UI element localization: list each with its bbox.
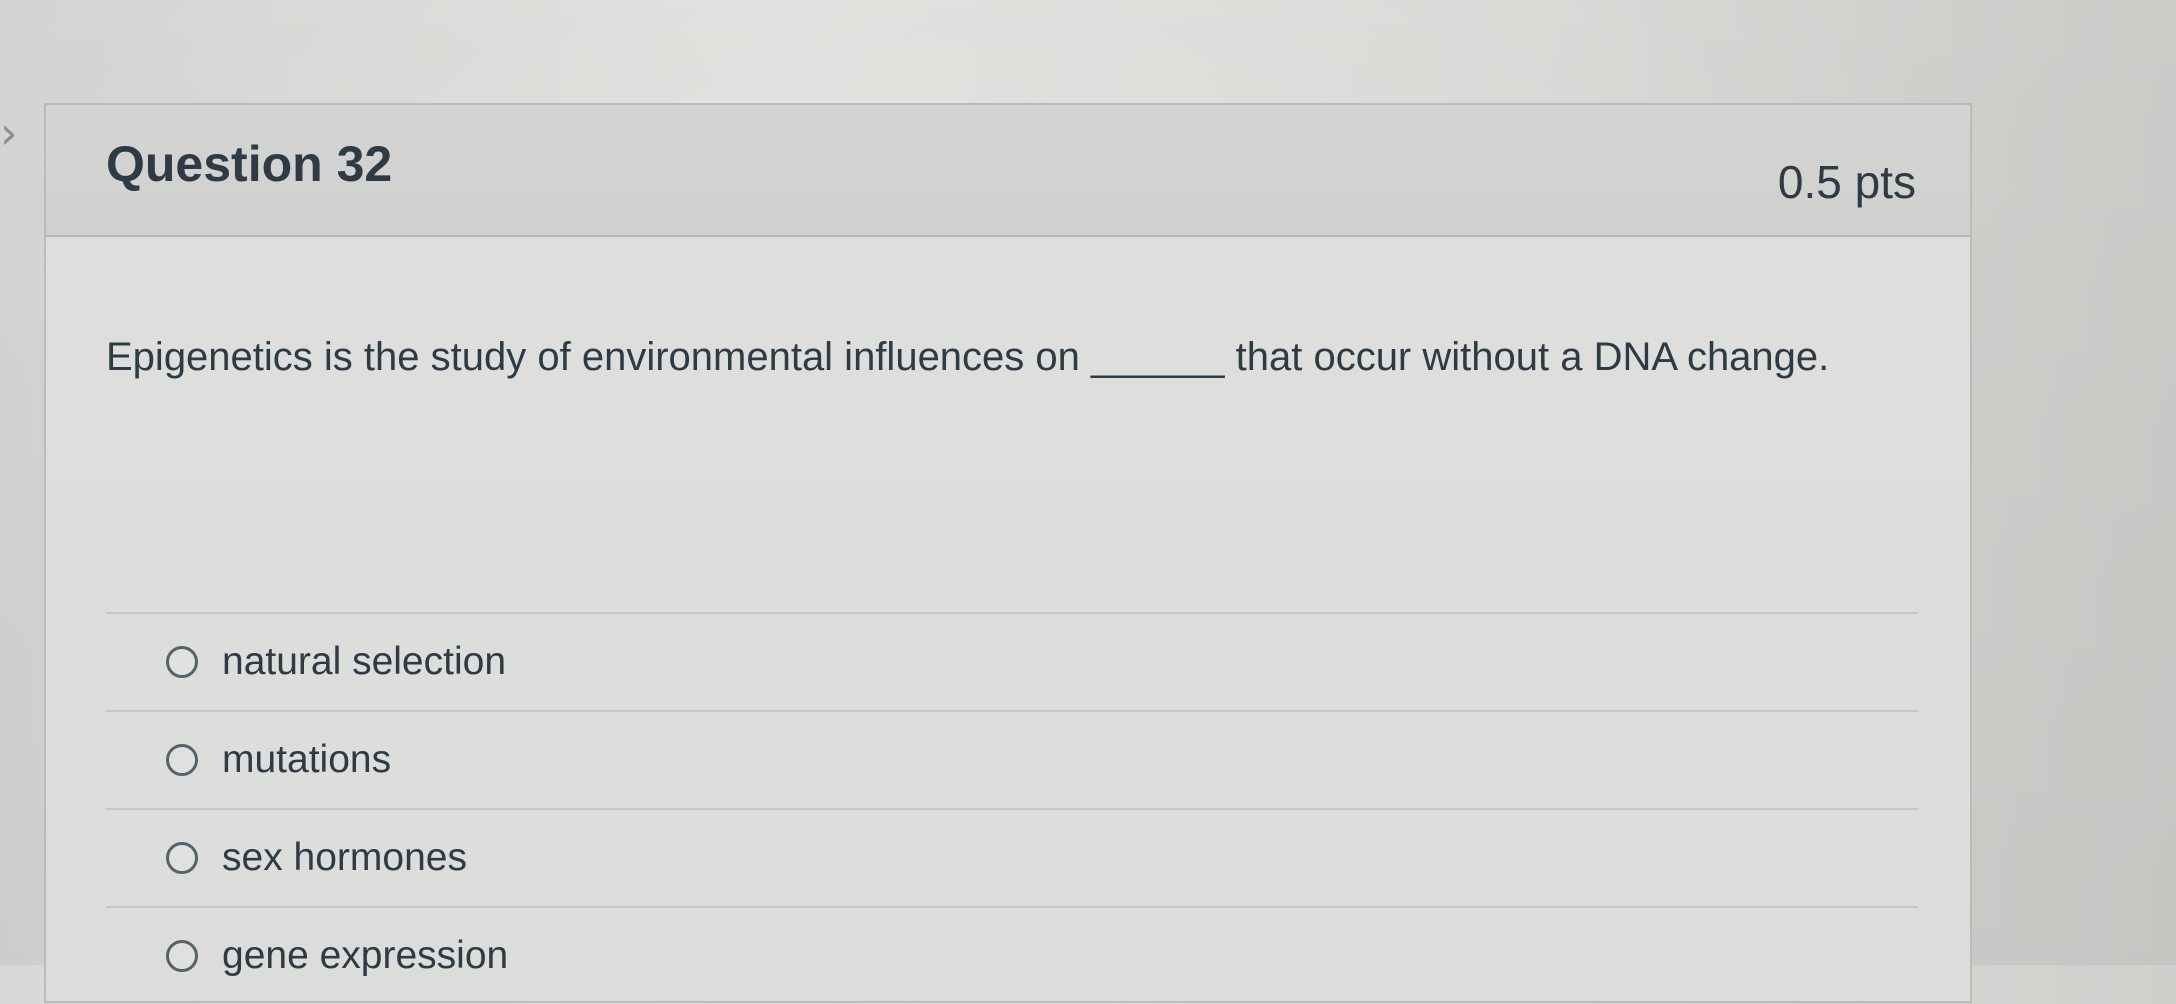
question-card: Question 32 0.5 pts Epigenetics is the s… (44, 103, 1972, 1003)
answer-option-gene-expression[interactable]: gene expression (106, 908, 1918, 1004)
radio-button[interactable] (166, 744, 198, 776)
answer-option-natural-selection[interactable]: natural selection (106, 614, 1918, 710)
answer-label: natural selection (222, 640, 507, 683)
answer-label: gene expression (222, 934, 509, 977)
answer-list: natural selection mutations sex hormones… (106, 612, 1918, 1004)
question-text: Epigenetics is the study of environmenta… (106, 335, 1830, 379)
answer-label: sex hormones (222, 836, 467, 879)
question-header: Question 32 0.5 pts (46, 105, 1970, 237)
answer-option-sex-hormones[interactable]: sex hormones (106, 810, 1918, 906)
answer-label: mutations (222, 738, 392, 781)
radio-button[interactable] (166, 940, 198, 972)
question-body: Epigenetics is the study of environmenta… (46, 237, 1970, 1001)
radio-button[interactable] (166, 842, 198, 874)
question-points: 0.5 pts (1777, 156, 1916, 208)
chevron-right-icon[interactable]: › (0, 112, 22, 156)
radio-button[interactable] (166, 646, 198, 678)
answer-option-mutations[interactable]: mutations (106, 712, 1918, 808)
question-title: Question 32 (106, 136, 393, 192)
